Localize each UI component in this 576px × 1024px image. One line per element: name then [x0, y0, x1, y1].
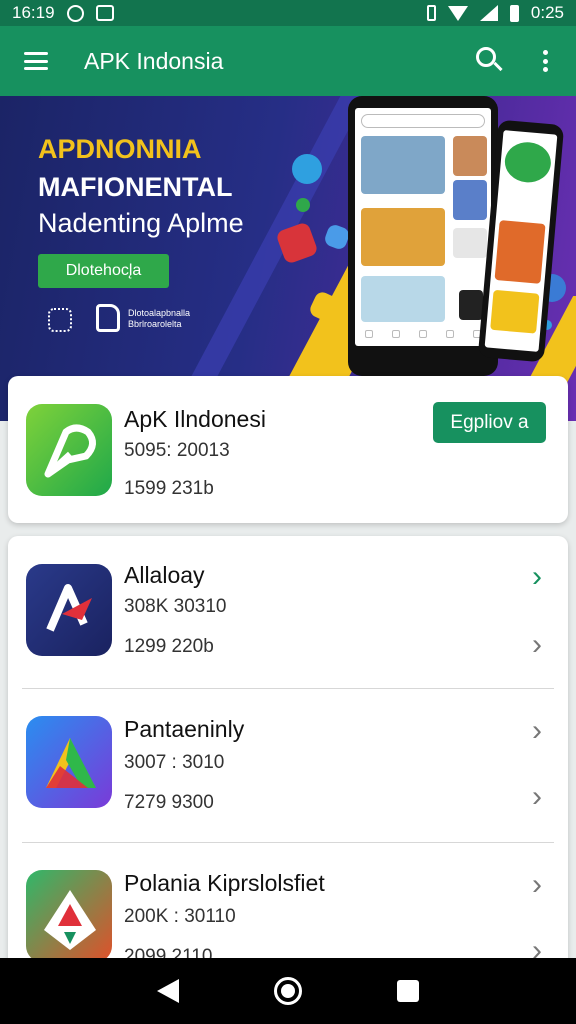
floating-app-icon: [322, 222, 352, 252]
featured-app-name: ApK Ilndonesi: [124, 406, 266, 432]
more-vert-icon[interactable]: [542, 50, 548, 72]
featured-app-meta-2: 1599 231b: [124, 478, 214, 499]
phone-screen: [484, 130, 558, 352]
phone-nav: [355, 330, 491, 338]
chevron-right-icon[interactable]: ›: [532, 782, 542, 812]
notification-icon: [66, 4, 84, 22]
partner-logo-icon: [48, 308, 72, 332]
banner-headline-2: MAFIONENTAL: [38, 172, 233, 202]
status-time-left: 16:19: [12, 3, 55, 22]
phone-tile: [490, 289, 540, 334]
battery-icon: [509, 4, 519, 22]
phone-tile: [361, 136, 445, 194]
app-name: Polania Kiprslolsfiet: [124, 870, 325, 896]
app-meta-1: 3007 : 3010: [124, 752, 225, 773]
phone-tile: [494, 220, 546, 284]
home-icon[interactable]: [273, 977, 302, 1005]
floating-app-icon: [296, 198, 310, 212]
app-meta-2: 7279 9300: [124, 792, 214, 813]
banner-headline-1: APDNONNIA: [38, 134, 202, 164]
app-meta-1: 200K : 30110: [124, 906, 236, 927]
app-name: Pantaeninly: [124, 716, 245, 742]
vibrate-icon: [426, 5, 436, 21]
phone-tile: [361, 208, 445, 266]
chevron-right-icon[interactable]: ›: [532, 562, 542, 592]
search-icon[interactable]: [476, 47, 504, 75]
banner-download-button[interactable]: Dlotehocl̨a: [38, 254, 169, 288]
status-bar: 16:19 0:25: [0, 0, 576, 26]
back-icon[interactable]: [157, 979, 180, 1003]
app-logo-icon: [26, 564, 112, 656]
signal-icon: [479, 5, 498, 21]
divider: [22, 688, 554, 689]
app-meta-2: 1299 220b: [124, 636, 214, 657]
menu-icon[interactable]: [24, 52, 48, 70]
recents-icon[interactable]: [396, 980, 419, 1002]
floating-app-icon: [292, 154, 322, 184]
banner-headline-3: Nadenting Aplme: [38, 208, 244, 238]
phone-tile: [453, 180, 487, 220]
list-item[interactable]: Polania Kiprslolsfiet 200K : 30110 2099 …: [8, 844, 568, 976]
app-title: APK Indonsia: [84, 47, 224, 74]
app-logo-icon: [26, 716, 112, 808]
wifi-icon: [447, 5, 468, 21]
phone-tile: [503, 140, 553, 185]
phone-screen: [355, 108, 491, 346]
image-icon: [95, 5, 114, 21]
app-name: Allaloay: [124, 562, 205, 588]
status-time-right: 0:25: [530, 3, 564, 22]
system-nav-bar: [0, 958, 576, 1024]
divider: [22, 842, 554, 843]
app-logo-icon: [26, 870, 112, 962]
partner-logo-icon: [96, 304, 120, 332]
chevron-right-icon[interactable]: ›: [532, 716, 542, 746]
chevron-right-icon[interactable]: ›: [532, 630, 542, 660]
chevron-right-icon[interactable]: ›: [532, 870, 542, 900]
featured-app-card[interactable]: ApK Ilndonesi 5095: 20013 1599 231b Egpl…: [8, 376, 568, 523]
app-meta-1: 308K 30310: [124, 596, 227, 617]
phone-tile: [453, 136, 487, 176]
phone-tile: [459, 290, 483, 320]
phone-mockup: [348, 96, 498, 376]
status-left: 16:19: [12, 3, 114, 23]
featured-app-meta-1: 5095: 20013: [124, 440, 230, 461]
app-bar: APK Indonsia: [0, 26, 576, 96]
promo-banner[interactable]: APDNONNIA MAFIONENTAL Nadenting Aplme Dl…: [0, 96, 576, 421]
list-item[interactable]: Allaloay 308K 30310 1299 220b › ›: [8, 536, 568, 688]
explore-button[interactable]: Egpliov a: [433, 402, 546, 443]
list-item[interactable]: Pantaeninly 3007 : 3010 7279 9300 › ›: [8, 690, 568, 842]
phone-tile: [361, 276, 445, 322]
banner-small-text: Dlotoalapbnalla Bbrlroarolelta: [128, 308, 191, 329]
app-list-card: Allaloay 308K 30310 1299 220b › › Pantae…: [8, 536, 568, 976]
status-right: 0:25: [426, 3, 564, 23]
phone-tile: [453, 228, 487, 258]
app-logo-icon: [26, 404, 112, 496]
phone-search-bar: [361, 114, 485, 128]
